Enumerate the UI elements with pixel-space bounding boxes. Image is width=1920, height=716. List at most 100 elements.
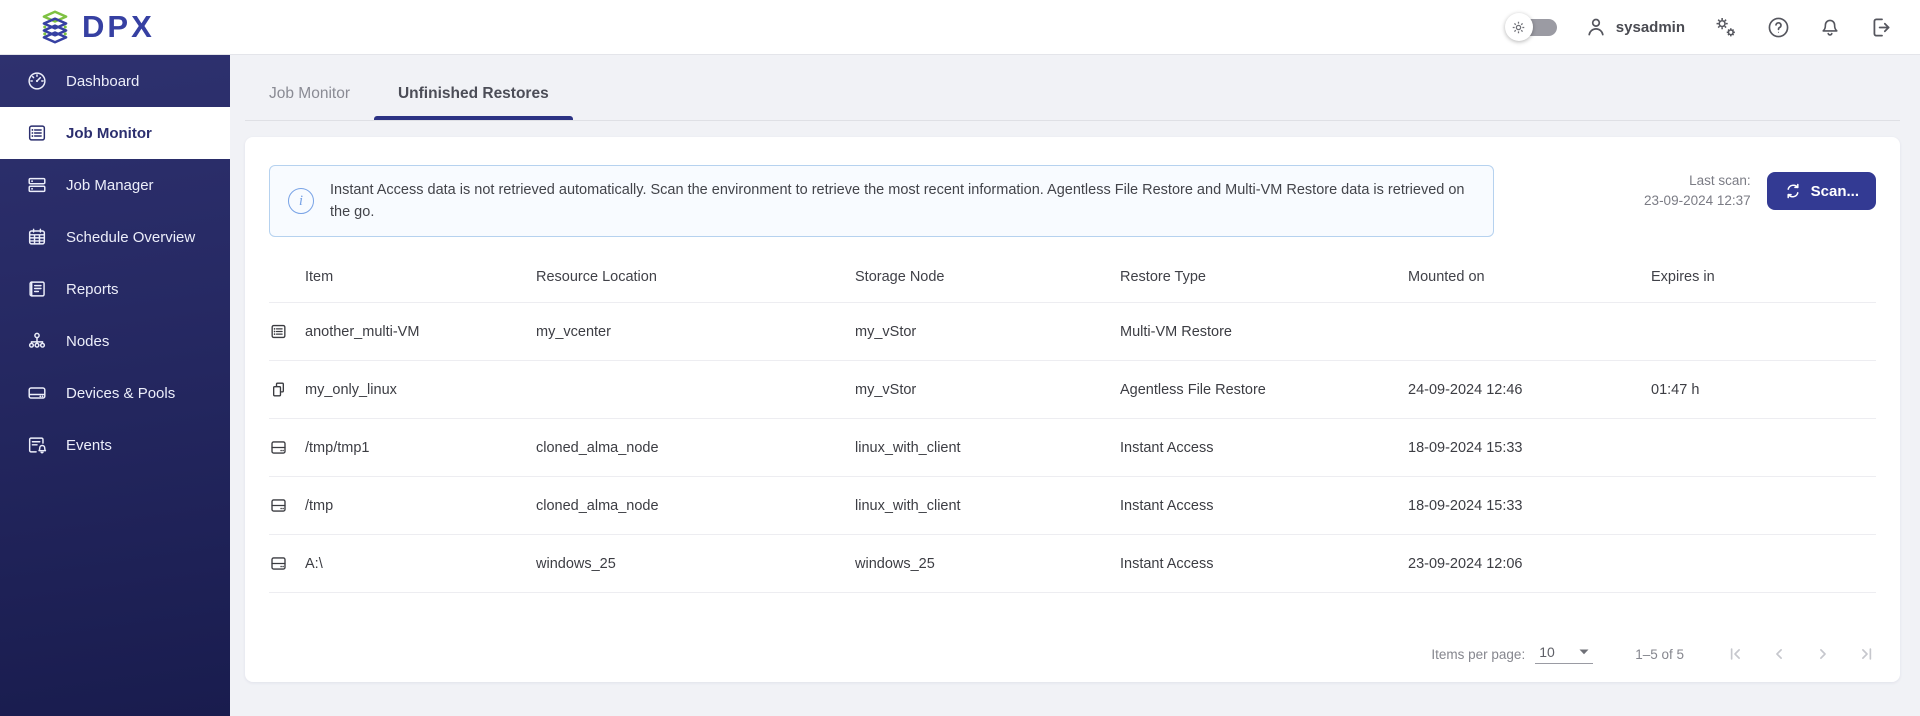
cell-item: another_multi-VM	[305, 324, 536, 340]
cell-resource-location: windows_25	[536, 556, 855, 572]
cell-item: A:\	[305, 556, 536, 572]
first-page-icon[interactable]	[1726, 645, 1744, 663]
cell-mounted-on: 18-09-2024 15:33	[1408, 498, 1651, 514]
top-right-actions: sysadmin	[1505, 14, 1894, 41]
sidebar-nav: Dashboard Job Monitor Job Manager	[0, 55, 230, 716]
logout-icon[interactable]	[1869, 15, 1894, 40]
cell-storage-node: my_vStor	[855, 324, 1120, 340]
sidebar-item-label: Dashboard	[66, 73, 139, 90]
column-header-resource-location: Resource Location	[536, 269, 855, 285]
dpx-layers-icon	[38, 9, 72, 45]
devices-icon	[26, 382, 48, 404]
notifications-bell-icon[interactable]	[1818, 15, 1842, 39]
unfinished-restores-panel: i Instant Access data is not retrieved a…	[245, 137, 1900, 682]
logo-text: DPX	[82, 9, 155, 45]
job-manager-icon	[26, 174, 48, 196]
events-icon	[26, 434, 48, 456]
sidebar-item-devices-pools[interactable]: Devices & Pools	[0, 367, 230, 419]
schedule-icon	[26, 226, 48, 248]
sidebar-item-label: Schedule Overview	[66, 229, 195, 246]
table-row[interactable]: A:\ windows_25 windows_25 Instant Access…	[269, 535, 1876, 593]
sidebar-item-job-monitor[interactable]: Job Monitor	[0, 107, 230, 159]
items-per-page-select[interactable]: 10	[1535, 644, 1593, 664]
job-monitor-icon	[26, 122, 48, 144]
panel-header: i Instant Access data is not retrieved a…	[269, 165, 1876, 237]
user-menu[interactable]: sysadmin	[1584, 15, 1685, 39]
sidebar-item-label: Nodes	[66, 333, 109, 350]
main-content: Job Monitor Unfinished Restores i Instan…	[230, 55, 1920, 716]
sidebar-item-label: Job Monitor	[66, 125, 152, 142]
sidebar-item-reports[interactable]: Reports	[0, 263, 230, 315]
cell-storage-node: linux_with_client	[855, 440, 1120, 456]
cell-restore-type: Instant Access	[1120, 440, 1408, 456]
cell-resource-location: cloned_alma_node	[536, 498, 855, 514]
cell-restore-type: Multi-VM Restore	[1120, 324, 1408, 340]
drive-icon	[269, 438, 305, 457]
cell-storage-node: my_vStor	[855, 382, 1120, 398]
table-header-row: Item Resource Location Storage Node Rest…	[269, 251, 1876, 303]
last-scan: Last scan: 23-09-2024 12:37	[1644, 171, 1751, 211]
sidebar-item-events[interactable]: Events	[0, 419, 230, 471]
nodes-icon	[26, 330, 48, 352]
column-header-restore-type: Restore Type	[1120, 269, 1408, 285]
table-row[interactable]: /tmp cloned_alma_node linux_with_client …	[269, 477, 1876, 535]
sidebar-item-label: Job Manager	[66, 177, 154, 194]
dashboard-icon	[26, 70, 48, 92]
cell-mounted-on: 23-09-2024 12:06	[1408, 556, 1651, 572]
drive-icon	[269, 496, 305, 515]
scan-button[interactable]: Scan...	[1767, 172, 1876, 210]
cell-restore-type: Instant Access	[1120, 498, 1408, 514]
column-header-storage-node: Storage Node	[855, 269, 1120, 285]
column-header-expires-in: Expires in	[1651, 269, 1876, 285]
cell-item: /tmp	[305, 498, 536, 514]
multi-vm-icon	[269, 322, 305, 341]
table-row[interactable]: my_only_linux my_vStor Agentless File Re…	[269, 361, 1876, 419]
top-bar: DPX sysadmin	[0, 0, 1920, 55]
restores-table: Item Resource Location Storage Node Rest…	[269, 251, 1876, 593]
scan-controls: Last scan: 23-09-2024 12:37 Scan...	[1644, 165, 1876, 211]
settings-theme-toggle[interactable]	[1505, 16, 1557, 38]
cell-resource-location: cloned_alma_node	[536, 440, 855, 456]
tab-job-monitor[interactable]: Job Monitor	[245, 55, 374, 120]
next-page-icon[interactable]	[1814, 645, 1832, 663]
toggle-knob-gear-icon	[1505, 13, 1533, 41]
pagination-bar: Items per page: 10 1–5 of 5	[1431, 644, 1876, 664]
cell-mounted-on: 24-09-2024 12:46	[1408, 382, 1651, 398]
settings-icon[interactable]	[1712, 14, 1739, 41]
column-header-item: Item	[305, 269, 536, 285]
tab-label: Job Monitor	[269, 85, 350, 103]
chevron-down-icon	[1579, 649, 1589, 655]
cell-item: /tmp/tmp1	[305, 440, 536, 456]
tab-unfinished-restores[interactable]: Unfinished Restores	[374, 55, 573, 120]
sidebar-item-label: Reports	[66, 281, 119, 298]
refresh-icon	[1784, 182, 1802, 200]
last-scan-value: 23-09-2024 12:37	[1644, 191, 1751, 211]
sidebar-item-job-manager[interactable]: Job Manager	[0, 159, 230, 211]
agentless-file-icon	[269, 380, 305, 399]
last-scan-label: Last scan:	[1644, 171, 1751, 191]
column-header-mounted-on: Mounted on	[1408, 269, 1651, 285]
sidebar-item-schedule-overview[interactable]: Schedule Overview	[0, 211, 230, 263]
sidebar-item-label: Events	[66, 437, 112, 454]
items-per-page: Items per page: 10	[1431, 644, 1593, 664]
items-per-page-value: 10	[1539, 644, 1555, 660]
items-per-page-label: Items per page:	[1431, 647, 1525, 662]
table-row[interactable]: /tmp/tmp1 cloned_alma_node linux_with_cl…	[269, 419, 1876, 477]
pagination-range: 1–5 of 5	[1635, 647, 1684, 662]
table-row[interactable]: another_multi-VM my_vcenter my_vStor Mul…	[269, 303, 1876, 361]
prev-page-icon[interactable]	[1770, 645, 1788, 663]
last-page-icon[interactable]	[1858, 645, 1876, 663]
cell-storage-node: linux_with_client	[855, 498, 1120, 514]
cell-item: my_only_linux	[305, 382, 536, 398]
sidebar-item-nodes[interactable]: Nodes	[0, 315, 230, 367]
info-banner-text: Instant Access data is not retrieved aut…	[330, 179, 1475, 223]
tab-bar: Job Monitor Unfinished Restores	[245, 55, 1900, 121]
cell-restore-type: Instant Access	[1120, 556, 1408, 572]
cell-mounted-on: 18-09-2024 15:33	[1408, 440, 1651, 456]
help-icon[interactable]	[1766, 15, 1791, 40]
app-logo: DPX	[38, 9, 155, 45]
pager-buttons	[1726, 645, 1876, 663]
cell-expires-in: 01:47 h	[1651, 382, 1876, 398]
person-icon	[1584, 15, 1608, 39]
sidebar-item-dashboard[interactable]: Dashboard	[0, 55, 230, 107]
